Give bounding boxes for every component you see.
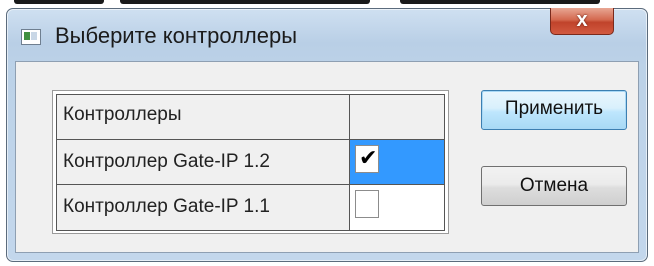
row-controller-name: Контроллер Gate-IP 1.1 — [57, 185, 350, 230]
dialog-client-area: Контроллеры Контроллер Gate-IP 1.2 ✔ Кон… — [15, 61, 639, 253]
table-row[interactable]: Контроллер Gate-IP 1.2 ✔ — [57, 140, 444, 185]
cropped-content-above — [0, 0, 654, 8]
title-bar[interactable]: Выберите контроллеры x — [7, 8, 647, 61]
header-controllers: Контроллеры — [57, 95, 350, 140]
window-title: Выберите контроллеры — [55, 23, 298, 48]
row-check-cell-selected[interactable]: ✔ — [350, 140, 444, 185]
cancel-button[interactable]: Отмена — [481, 166, 627, 206]
row-check-cell[interactable] — [350, 185, 444, 230]
header-check-column — [350, 95, 444, 140]
controllers-grid: Контроллеры Контроллер Gate-IP 1.2 ✔ Кон… — [52, 90, 449, 234]
close-button[interactable]: x — [550, 8, 614, 35]
apply-button[interactable]: Применить — [481, 90, 627, 130]
table-row[interactable]: Контроллер Gate-IP 1.1 — [57, 185, 444, 230]
app-icon — [21, 29, 41, 45]
checkmark-icon: ✔ — [359, 146, 378, 171]
controller-checkbox[interactable]: ✔ — [355, 145, 379, 173]
grid-header-row: Контроллеры — [57, 95, 444, 140]
row-controller-name: Контроллер Gate-IP 1.2 — [57, 140, 350, 185]
dialog-window: Выберите контроллеры x Контроллеры Контр… — [6, 8, 648, 262]
grid-body: Контроллеры Контроллер Gate-IP 1.2 ✔ Кон… — [56, 94, 445, 231]
controller-checkbox[interactable] — [355, 190, 379, 218]
